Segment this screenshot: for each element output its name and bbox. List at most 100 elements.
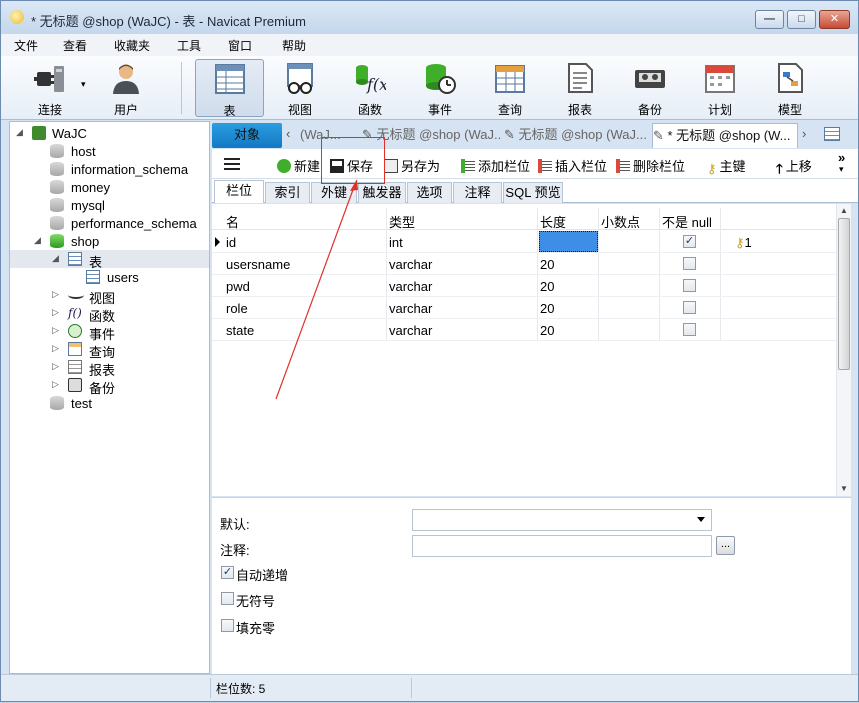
not-null-checkbox[interactable] [683,257,696,270]
move-up-button[interactable]: 🡑 上移 [776,156,812,176]
toolbar-user-button[interactable]: 用户 [95,59,157,117]
auto-increment-checkbox[interactable]: ✓ [221,566,234,579]
grid-vertical-scrollbar[interactable]: ▲ ▼ [836,204,851,496]
table-row[interactable]: id int ✓ ⚷1 [212,231,836,253]
delete-field-button[interactable]: 删除栏位 [616,156,685,175]
expand-closed-icon[interactable]: ▷ [52,289,59,300]
field-name[interactable]: pwd [226,279,250,294]
field-length[interactable]: 20 [540,301,554,316]
menu-window[interactable]: 窗口 [228,37,252,54]
tree-db-money[interactable]: money [10,178,209,196]
not-null-checkbox[interactable] [683,279,696,292]
length-input-active[interactable] [539,231,598,252]
column-header-name[interactable]: 名 [226,212,239,231]
table-row[interactable]: role varchar 20 [212,297,836,319]
field-name[interactable]: role [226,301,248,316]
toolbar-connection-button[interactable]: 连接 ▾ [19,59,86,117]
table-row[interactable]: state varchar 20 [212,319,836,341]
toolbar-view-button[interactable]: 视图 [269,59,331,117]
column-header-type[interactable]: 类型 [389,212,415,231]
field-length[interactable]: 20 [540,279,554,294]
toolbar-backup-button[interactable]: 备份 [619,59,681,117]
tab-sql-preview[interactable]: SQL 预览 [503,182,563,203]
toolbar-schedule-button[interactable]: 计划 [689,59,751,117]
more-tools-icon[interactable]: » [838,150,845,165]
connection-dropdown-icon[interactable]: ▾ [81,79,86,90]
toolbar-function-button[interactable]: f(x) 函数 [339,59,401,117]
comment-input[interactable] [412,535,712,557]
comment-ellipsis-button[interactable]: ... [716,536,735,555]
toolbar-table-button[interactable]: 表 [195,59,264,118]
tab-objects[interactable]: 对象 [212,123,282,148]
tree-db-information-schema[interactable]: information_schema [10,160,209,178]
add-field-button[interactable]: 添加栏位 [461,156,530,175]
tree-connection-wajc[interactable]: ◢ WaJC [10,124,209,142]
column-header-not-null[interactable]: 不是 null [662,212,712,231]
tab-fields[interactable]: 栏位 [214,180,264,203]
toolbar-model-button[interactable]: 模型 [759,59,821,117]
tree-shop-queries[interactable]: ▷ 查询 [10,340,209,360]
insert-field-button[interactable]: 插入栏位 [538,156,607,175]
menu-favorites[interactable]: 收藏夹 [114,37,150,54]
not-null-checkbox[interactable]: ✓ [683,235,696,248]
toolbar-query-button[interactable]: 查询 [479,59,541,117]
expand-closed-icon[interactable]: ▷ [52,379,59,390]
table-row[interactable]: pwd varchar 20 [212,275,836,297]
field-length[interactable]: 20 [540,257,554,272]
field-length[interactable]: 20 [540,323,554,338]
tab-indexes[interactable]: 索引 [265,182,310,203]
field-type[interactable]: varchar [389,323,432,338]
primary-key-button[interactable]: ⚷ 主键 [707,156,746,176]
toolbar-event-button[interactable]: 事件 [409,59,471,117]
field-type[interactable]: varchar [389,279,432,294]
tree-db-host[interactable]: host [10,142,209,160]
expand-closed-icon[interactable]: ▷ [52,361,59,372]
tab-document-4-active[interactable]: ✎ * 无标题 @shop (W... [652,123,798,148]
tree-shop-views[interactable]: ▷ 视图 [10,286,209,306]
tree-db-performance-schema[interactable]: performance_schema [10,214,209,232]
tree-shop-backups[interactable]: ▷ 备份 [10,376,209,396]
maximize-button[interactable]: □ [787,10,816,29]
tree-shop-tables[interactable]: ◢ 表 [10,250,209,270]
field-type[interactable]: varchar [389,301,432,316]
not-null-checkbox[interactable] [683,301,696,314]
expand-open-icon[interactable]: ◢ [34,235,41,246]
toolbar-overflow-icon[interactable]: ▾ [839,164,844,175]
new-button[interactable]: 新建 [277,156,320,175]
menu-view[interactable]: 查看 [63,37,87,54]
save-as-button[interactable]: 另存为 [384,156,440,175]
tree-db-shop[interactable]: ◢ shop [10,232,209,250]
table-row[interactable]: usersname varchar 20 [212,253,836,275]
zerofill-checkbox[interactable] [221,619,234,632]
column-header-length[interactable]: 长度 [540,212,566,231]
scroll-up-icon[interactable]: ▲ [840,206,848,215]
tab-foreign-keys[interactable]: 外键 [311,182,357,203]
field-name[interactable]: usersname [226,257,290,272]
tab-options[interactable]: 选项 [407,182,452,203]
field-name[interactable]: state [226,323,254,338]
menu-file[interactable]: 文件 [14,37,38,54]
field-name[interactable]: id [226,235,236,250]
tree-shop-events[interactable]: ▷ 事件 [10,322,209,342]
expand-closed-icon[interactable]: ▷ [52,343,59,354]
not-null-checkbox[interactable] [683,323,696,336]
tab-scroll-left-icon[interactable]: ‹ [286,126,290,141]
expand-closed-icon[interactable]: ▷ [52,307,59,318]
tree-shop-reports[interactable]: ▷ 报表 [10,358,209,378]
field-type[interactable]: int [389,235,403,250]
scrollbar-thumb[interactable] [838,218,850,370]
tab-document-3[interactable]: ✎ 无标题 @shop (WaJ... [504,123,650,148]
unsigned-checkbox[interactable] [221,592,234,605]
menu-tools[interactable]: 工具 [177,37,201,54]
new-table-tab-icon[interactable] [824,127,840,141]
column-header-decimals[interactable]: 小数点 [601,212,640,231]
field-type[interactable]: varchar [389,257,432,272]
expand-open-icon[interactable]: ◢ [52,253,59,264]
close-button[interactable]: ✕ [819,10,850,29]
default-dropdown[interactable] [412,509,712,531]
expand-closed-icon[interactable]: ▷ [52,325,59,336]
tab-triggers[interactable]: 触发器 [358,182,406,203]
scroll-down-icon[interactable]: ▼ [840,484,848,493]
tab-scroll-right-icon[interactable]: › [802,126,806,141]
expand-open-icon[interactable]: ◢ [16,127,23,138]
